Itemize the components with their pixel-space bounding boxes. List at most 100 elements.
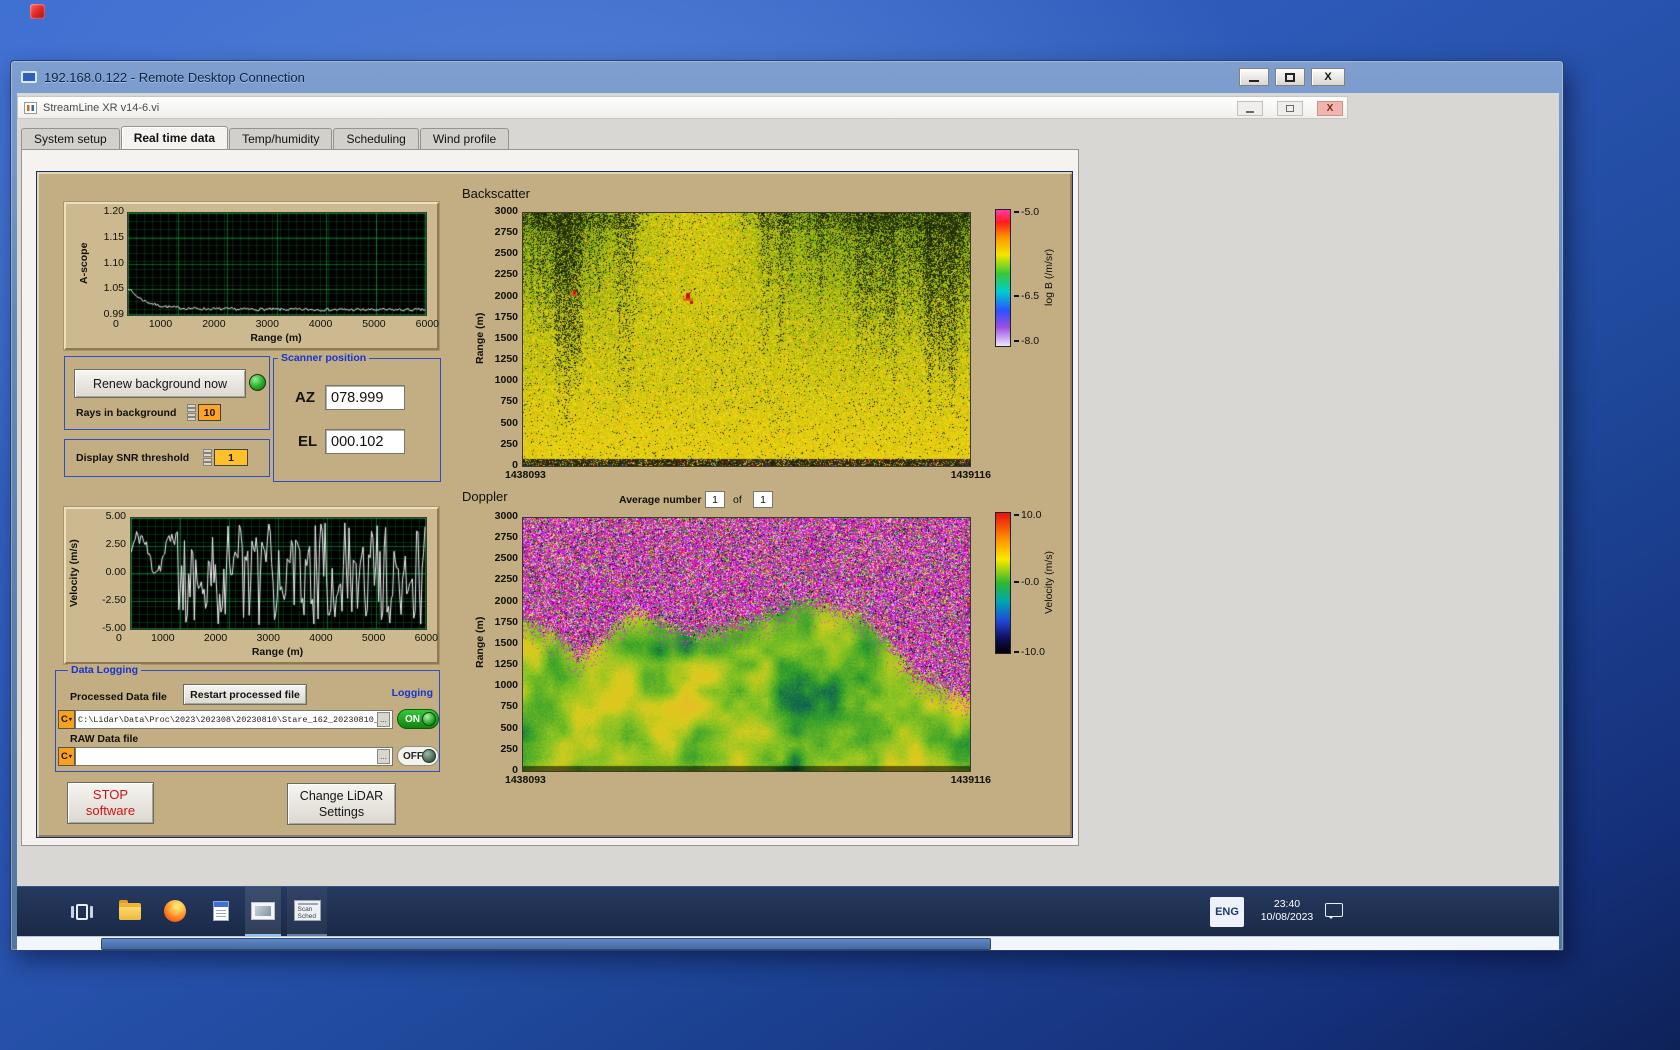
maximize-icon [1285,72,1295,82]
el-value-field[interactable]: 000.102 [325,429,405,454]
rdp-maximize-button[interactable] [1275,68,1305,86]
language-indicator[interactable]: ENG [1210,897,1244,927]
colorbar-tick: -8.0 [1014,335,1039,347]
processed-logging-toggle[interactable]: ON [397,709,439,729]
scan-scheduler-button[interactable]: Scan Sched [287,887,327,936]
tab-scheduling[interactable]: Scheduling [333,128,419,149]
colorbar-tick: -10.0 [1014,646,1045,658]
rdp-close-button[interactable]: X [1311,68,1345,86]
task-view-button[interactable] [71,900,93,924]
snr-value-field[interactable]: 1 [214,449,248,466]
ascope-graph-frame: A-scope 1.20 1.15 1.10 1.05 0.99 0 1000 2000 30… [64,202,439,350]
tab-temp-humidity[interactable]: Temp/humidity [229,128,333,149]
app-minimize-button[interactable] [1237,101,1263,116]
desktop-shortcut-icon[interactable] [30,4,45,19]
x-tick-label: 1000 [148,318,173,330]
backscatter-time-axis: 1438093 1439116 [505,469,991,481]
backscatter-plot [522,212,971,467]
folder-icon [119,907,141,920]
spin-up-icon[interactable] [203,449,212,457]
tick-label: 10.0 [1021,509,1042,521]
remote-taskbar: Scan Sched ENG 23:40 10/08/2023 [17,886,1559,936]
raw-path-field[interactable]: ... [75,747,393,766]
browse-icon[interactable]: ... [377,749,390,764]
close-icon: X [1326,102,1334,114]
y-tick-label: 2750 [494,226,518,239]
rdp-caption-buttons: X [1239,68,1345,86]
tab-wind-profile[interactable]: Wind profile [419,128,510,149]
velocity-y-ticks: 5.00 2.50 0.00 -2.50 -5.00 [88,511,126,634]
firefox-button[interactable] [164,900,186,922]
browse-icon[interactable]: ... [377,712,390,727]
doppler-y-ticks: 3000 2750 2500 2250 2000 1750 1500 1250 1000 750 5… [474,511,518,776]
doppler-colorbar-label: Velocity (m/s) [1043,550,1055,614]
y-tick-label: 3000 [494,205,518,217]
snr-spinner[interactable] [203,449,212,466]
x-tick-label: 4000 [308,318,333,330]
ascope-y-axis-label: A-scope [78,242,90,284]
x-tick-label: 3000 [255,318,279,330]
az-value-field[interactable]: 078.999 [325,385,405,410]
file-explorer-button[interactable] [119,900,141,920]
rdp-horizontal-scrollbar[interactable] [17,936,1559,950]
colorbar-tick: 10.0 [1014,509,1041,521]
y-tick-label: 1500 [494,636,518,649]
raw-logging-toggle[interactable]: OFF [397,746,439,766]
taskbar-clock[interactable]: 23:40 10/08/2023 [1247,898,1327,924]
velocity-x-axis-label: Range (m) [251,646,304,658]
stop-label-line2: software [85,803,136,818]
scrollbar-thumb[interactable] [101,938,991,950]
restart-processed-file-button[interactable]: Restart processed file [183,684,307,705]
document-app-button[interactable] [213,901,229,921]
app-restore-button[interactable] [1277,101,1303,116]
change-lidar-settings-button[interactable]: Change LiDAR Settings [287,783,396,825]
image-viewer-button[interactable] [245,887,281,936]
colorbar-tick: -5.0 [1014,206,1039,218]
restore-icon [1286,105,1294,112]
task-view-icon [71,906,74,918]
renew-background-button[interactable]: Renew background now [74,369,246,398]
mini-titlebar [297,903,318,905]
y-tick-label: 750 [500,395,518,408]
remote-desktop-view: StreamLine XR v14-6.vi X System setup Re… [17,93,1559,936]
app-window-title: StreamLine XR v14-6.vi [43,101,160,114]
rdp-titlebar[interactable]: 192.168.0.122 - Remote Desktop Connectio… [11,61,1563,93]
toggle-on-label: ON [405,713,420,725]
x-tick-label: 5000 [361,632,386,644]
tab-system-setup[interactable]: System setup [21,128,120,149]
stop-software-button[interactable]: STOP software [67,782,154,824]
logging-label: Logging [391,687,433,699]
tab-page: A-scope 1.20 1.15 1.10 1.05 0.99 0 1000 2000 30… [21,149,1079,846]
spin-down-icon[interactable] [187,413,196,421]
change-settings-line1: Change LiDAR [299,789,384,803]
time-end-label: 1439116 [950,774,991,786]
app-window-titlebar[interactable]: StreamLine XR v14-6.vi X [17,96,1348,119]
ascope-x-ticks: 0 1000 2000 3000 4000 5000 6000 [113,318,439,330]
rdp-minimize-button[interactable] [1239,68,1269,86]
spin-down-icon[interactable] [203,458,212,466]
rdp-computer-icon [21,71,37,83]
tick-label: -0.0 [1021,576,1040,588]
snr-threshold-label: Display SNR threshold [76,452,190,464]
processed-drive-selector[interactable]: C ▾ [58,710,75,729]
backscatter-colorbar [995,209,1011,347]
rays-value-field[interactable]: 10 [198,404,221,421]
ascope-canvas [128,213,426,315]
processed-path-field[interactable]: C:\Lidar\Data\Proc\2023\202308\20230810\… [75,710,393,729]
raw-drive-selector[interactable]: C ▾ [58,747,75,766]
tab-real-time-data[interactable]: Real time data [120,126,229,149]
average-count-field[interactable]: 1 [753,491,773,508]
x-tick-label: 2000 [202,318,226,330]
spin-up-icon[interactable] [187,404,196,412]
tick-label: -8.0 [1021,335,1040,347]
average-number-field[interactable]: 1 [705,491,725,508]
y-tick-label: 1750 [494,310,518,323]
data-logging-title: Data Logging [68,664,142,677]
rays-spinner[interactable] [187,404,196,421]
x-tick-label: 4000 [309,632,333,644]
app-close-button[interactable]: X [1317,101,1343,116]
y-tick-label: 1250 [494,658,518,671]
notification-center-icon[interactable] [1325,903,1343,919]
clock-time: 23:40 [1273,898,1301,910]
y-tick-label: -2.50 [102,594,126,606]
